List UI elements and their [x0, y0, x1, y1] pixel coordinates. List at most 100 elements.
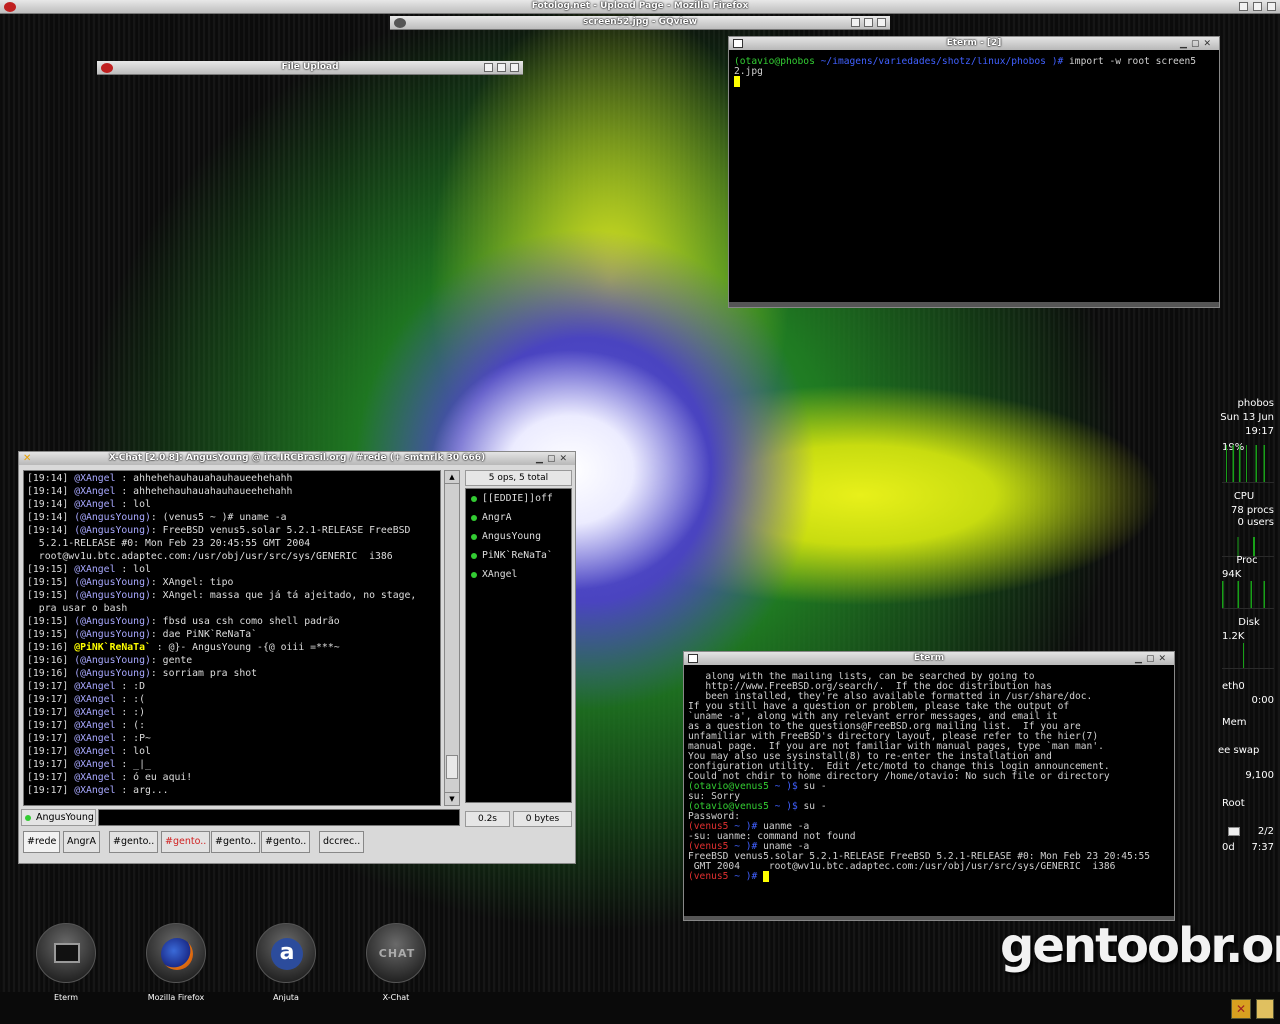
- line-segment: [19:14]: [27, 473, 75, 484]
- user-list-item[interactable]: PiNK`ReNaTa`: [466, 550, 571, 569]
- file-upload-titlebar[interactable]: File Upload: [97, 61, 523, 75]
- firefox-icon: [4, 2, 16, 12]
- terminal-line: [19:16] @PiNK`ReNaTa` : @}- AngusYoung -…: [27, 641, 437, 654]
- dock-eterm[interactable]: [36, 923, 96, 983]
- file-upload-minimize-button[interactable]: [484, 63, 493, 72]
- xchat-chat-area[interactable]: [19:14] @XAngel : ahhehehauhauahauhaueeh…: [23, 470, 441, 806]
- line-segment: [19:14]: [27, 512, 75, 523]
- line-segment: : XAngel: tipo: [150, 577, 234, 588]
- firefox-title: Fotolog.net - Upload Page - Mozilla Fire…: [531, 1, 749, 11]
- line-segment: @XAngel: [74, 772, 116, 783]
- eterm2-titlebar[interactable]: Eterm - [2] ▁▢✕: [729, 37, 1219, 50]
- terminal-line: (venus5 ~ )#: [688, 871, 1174, 882]
- user-list-item[interactable]: [[EDDIE]]off: [466, 493, 571, 512]
- xchat-window[interactable]: ✕ X-Chat [2.0.8]: AngusYoung @ irc.IRCBr…: [18, 451, 576, 864]
- eterm2-scrollbar[interactable]: [729, 302, 1219, 307]
- close-button[interactable]: [1267, 2, 1276, 11]
- line-segment: @XAngel: [74, 473, 116, 484]
- eterm-window[interactable]: Eterm ▁▢✕ along with the mailing lists, …: [683, 651, 1175, 921]
- xchat-titlebar[interactable]: ✕ X-Chat [2.0.8]: AngusYoung @ irc.IRCBr…: [19, 452, 575, 465]
- line-segment: [19:14]: [27, 525, 75, 536]
- line-segment: [19:15]: [27, 577, 75, 588]
- tray-pen-icon[interactable]: [1256, 999, 1274, 1019]
- line-segment: [19:15]: [27, 590, 75, 601]
- channel-tab[interactable]: #gento..: [109, 831, 159, 853]
- maximize-button[interactable]: [1253, 2, 1262, 11]
- user-list-item[interactable]: XAngel: [466, 569, 571, 588]
- line-segment: [19:17]: [27, 707, 75, 718]
- line-segment: @XAngel: [74, 681, 116, 692]
- gkrellm-disk-label: Disk: [1238, 617, 1260, 628]
- eterm2-menu-icon[interactable]: [733, 39, 743, 48]
- chat-icon: CHAT: [378, 947, 416, 960]
- line-segment: [19:16]: [27, 655, 75, 666]
- line-segment: ~/imagens/variedades/shotz/linux/phobos: [820, 57, 1052, 67]
- eterm2-window[interactable]: Eterm - [2] ▁▢✕ (otavio@phobos ~/imagens…: [728, 36, 1220, 308]
- line-segment: [19:16]: [27, 642, 75, 653]
- xchat-scrollbar[interactable]: ▲ ▼: [444, 470, 460, 806]
- line-segment: [19:15]: [27, 629, 75, 640]
- line-segment: : XAngel: massa que já tá ajeitado, no s…: [150, 590, 417, 601]
- line-segment: )#: [1051, 57, 1070, 67]
- line-segment: : _|_: [115, 759, 151, 770]
- channel-tab[interactable]: #gento..: [161, 831, 211, 853]
- gqview-close-button[interactable]: [877, 18, 886, 27]
- line-segment: @XAngel: [74, 720, 116, 731]
- gkrellm-proc-label: Proc: [1236, 555, 1258, 566]
- eterm2-terminal[interactable]: (otavio@phobos ~/imagens/variedades/shot…: [734, 57, 1216, 297]
- terminal-line: [19:14] (@AngusYoung): (venus5 ~ )# unam…: [27, 511, 437, 524]
- xchat-window-buttons[interactable]: ▁▢✕: [536, 453, 571, 465]
- channel-tab[interactable]: dccrec..: [319, 831, 365, 853]
- line-segment: : lol: [115, 746, 151, 757]
- line-segment: @XAngel: [74, 746, 116, 757]
- scroll-thumb[interactable]: [446, 755, 458, 779]
- eterm-titlebar[interactable]: Eterm ▁▢✕: [684, 652, 1174, 665]
- eterm2-window-buttons[interactable]: ▁▢✕: [1180, 38, 1215, 50]
- line-segment: (@AngusYoung): [74, 590, 151, 601]
- eterm-terminal[interactable]: along with the mailing lists, can be sea…: [688, 672, 1174, 917]
- line-segment: pra usar o bash: [27, 603, 128, 614]
- user-list-item[interactable]: AngusYoung: [466, 531, 571, 550]
- line-segment: ~ )#: [734, 871, 764, 882]
- terminal-line: [19:14] @XAngel : ahhehehauhauahauhaueeh…: [27, 485, 437, 498]
- nick-button[interactable]: AngusYoung: [21, 809, 96, 826]
- xchat-user-list[interactable]: [[EDDIE]]off AngrA AngusYoung PiNK`ReNaTa` X…: [465, 488, 572, 803]
- minimize-button[interactable]: [1239, 2, 1248, 11]
- dock-anjuta[interactable]: a: [256, 923, 316, 983]
- eterm-window-buttons[interactable]: ▁▢✕: [1135, 653, 1170, 665]
- scroll-down-arrow-icon[interactable]: ▼: [445, 792, 459, 805]
- terminal-line: 2.jpg: [734, 67, 1216, 77]
- terminal-line: [19:17] @XAngel : _|_: [27, 758, 437, 771]
- terminal-line: [19:16] (@AngusYoung): sorriam pra shot: [27, 667, 437, 680]
- terminal-line: pra usar o bash: [27, 602, 437, 615]
- away-status-icon: [25, 815, 31, 821]
- user-list-item[interactable]: AngrA: [466, 512, 571, 531]
- channel-tab[interactable]: #rede: [23, 831, 61, 853]
- dock-firefox[interactable]: [146, 923, 206, 983]
- gqview-maximize-button[interactable]: [864, 18, 873, 27]
- gqview-icon: [394, 18, 406, 28]
- firefox-titlebar[interactable]: Fotolog.net - Upload Page - Mozilla Fire…: [0, 0, 1280, 14]
- gqview-minimize-button[interactable]: [851, 18, 860, 27]
- tray-tools-icon[interactable]: ✕: [1231, 999, 1251, 1019]
- terminal-line: [19:14] @XAngel : lol: [27, 498, 437, 511]
- file-upload-maximize-button[interactable]: [497, 63, 506, 72]
- throughput-meter: 0 bytes: [513, 811, 572, 827]
- channel-tab[interactable]: #gento..: [211, 831, 261, 853]
- line-segment: root@wv1u.btc.adaptec.com:/usr/obj/usr/s…: [27, 551, 393, 562]
- dock-xchat[interactable]: CHAT: [366, 923, 426, 983]
- eterm-menu-icon[interactable]: [688, 654, 698, 663]
- line-segment: [19:17]: [27, 772, 75, 783]
- line-segment: : gente: [150, 655, 193, 666]
- gqview-titlebar[interactable]: screen52.jpg - GQview: [390, 16, 890, 30]
- message-input[interactable]: [98, 809, 460, 826]
- terminal-line: 5.2.1-RELEASE #0: Mon Feb 23 20:45:55 GM…: [27, 537, 437, 550]
- line-segment: [19:17]: [27, 681, 75, 692]
- scroll-up-arrow-icon[interactable]: ▲: [445, 471, 459, 484]
- channel-tab[interactable]: AngrA: [63, 831, 100, 853]
- eterm2-title: Eterm - [2]: [946, 38, 1002, 48]
- channel-tab[interactable]: #gento..: [261, 831, 311, 853]
- gkrellm-users: 0 users: [1237, 517, 1274, 528]
- file-upload-close-button[interactable]: [510, 63, 519, 72]
- line-segment: (@AngusYoung): [74, 616, 151, 627]
